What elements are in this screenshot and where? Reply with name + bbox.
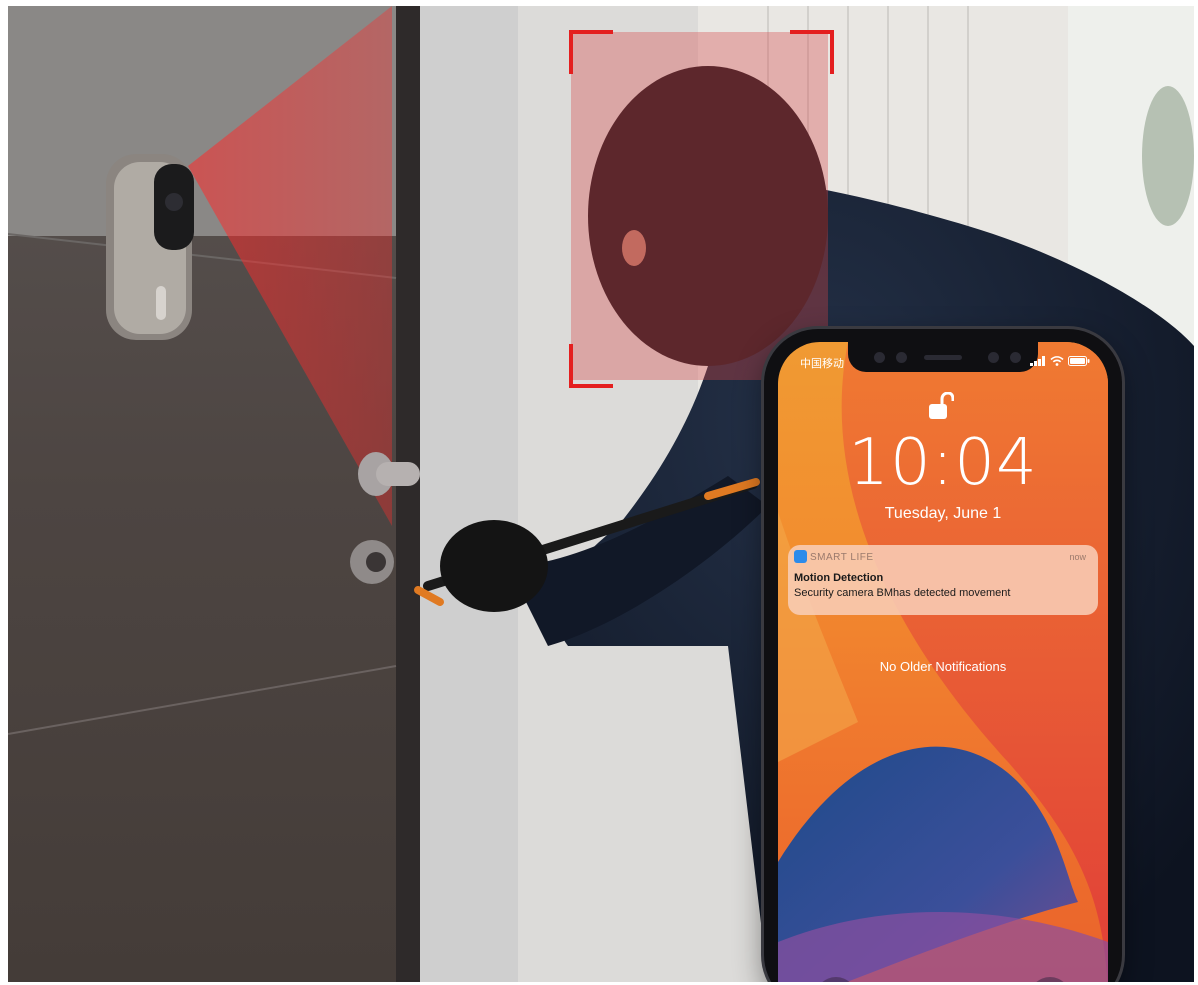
camera-button[interactable] [1029,977,1071,982]
notification-app-name: SMART LIFE [810,552,874,563]
detection-bracket-bottom-left [569,344,613,388]
notification-timestamp: now [1069,552,1086,562]
unlocked-padlock-icon [928,391,955,427]
detection-bracket-top-right [790,30,834,74]
smartphone: 中国移动 10:04 Tuesday, June 1 SMART LIFE no… [764,329,1122,982]
notification-title: Motion Detection [794,572,884,584]
lock-screen: 中国移动 10:04 Tuesday, June 1 SMART LIFE no… [778,342,1108,982]
signal-icon [1030,353,1046,371]
no-older-notifications: No Older Notifications [879,659,1007,674]
security-scene: 中国移动 10:04 Tuesday, June 1 SMART LIFE no… [8,6,1194,982]
status-icons [1030,353,1090,371]
sensor-dot [988,352,999,363]
wifi-icon [1050,353,1064,371]
detection-bracket-top-left [569,30,613,74]
sensor-dot [896,352,907,363]
lock-screen-date: Tuesday, June 1 [884,505,1002,522]
smart-life-app-icon [794,550,807,563]
front-camera-dot [1010,352,1021,363]
motion-notification[interactable]: SMART LIFE now Motion Detection Security… [788,545,1098,615]
notification-body: Security camera BMhas detected movement [794,587,1011,599]
sensor-dot [874,352,885,363]
battery-icon [1068,353,1090,371]
earpiece-speaker [924,355,962,360]
doorbell-camera [106,154,194,340]
notch [848,342,1038,372]
carrier-name: 中国移动 [800,358,844,370]
flashlight-button[interactable] [815,977,857,982]
lock-screen-time: 10:04 [848,426,1038,500]
